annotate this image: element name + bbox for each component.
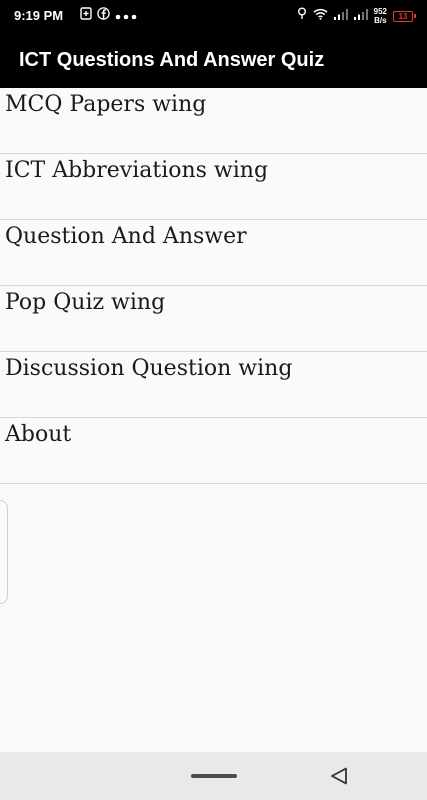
notification-icons bbox=[80, 7, 137, 25]
network-speed-value: 952 bbox=[373, 7, 387, 16]
more-notifications-icon bbox=[115, 7, 137, 25]
wifi-icon bbox=[313, 7, 328, 25]
navigation-bar bbox=[0, 752, 427, 800]
battery-level: 13 bbox=[398, 11, 408, 21]
menu-item-question-and-answer[interactable]: Question And Answer bbox=[0, 220, 427, 286]
sim-notification-icon bbox=[80, 7, 92, 25]
back-triangle-icon bbox=[327, 767, 351, 792]
facebook-icon bbox=[97, 7, 110, 25]
menu-item-label: Discussion Question wing bbox=[5, 356, 293, 381]
home-gesture-bar[interactable] bbox=[191, 774, 237, 778]
menu-item-pop-quiz[interactable]: Pop Quiz wing bbox=[0, 286, 427, 352]
app-bar: ICT Questions And Answer Quiz bbox=[0, 32, 427, 88]
menu-item-label: About bbox=[5, 422, 72, 447]
status-time: 9:19 PM bbox=[14, 8, 64, 23]
menu-item-mcq-papers[interactable]: MCQ Papers wing bbox=[0, 88, 427, 154]
menu-item-label: ICT Abbreviations wing bbox=[5, 158, 269, 183]
back-button[interactable] bbox=[327, 764, 351, 788]
menu-item-label: Question And Answer bbox=[5, 224, 247, 249]
signal-icon-2 bbox=[353, 7, 368, 25]
menu-item-ict-abbreviations[interactable]: ICT Abbreviations wing bbox=[0, 154, 427, 220]
network-speed: 952 B/s bbox=[374, 7, 387, 25]
status-bar: 9:19 PM 952 B/s 13 bbox=[0, 0, 427, 32]
menu-item-label: Pop Quiz wing bbox=[5, 290, 166, 315]
menu-item-about[interactable]: About bbox=[0, 418, 427, 484]
network-speed-unit: B/s bbox=[374, 16, 387, 25]
location-icon bbox=[297, 7, 307, 25]
menu-item-discussion-question[interactable]: Discussion Question wing bbox=[0, 352, 427, 418]
menu-item-label: MCQ Papers wing bbox=[5, 92, 207, 117]
edge-panel-handle[interactable] bbox=[0, 500, 8, 604]
battery-icon: 13 bbox=[393, 10, 416, 22]
signal-icon bbox=[333, 7, 348, 25]
page-title: ICT Questions And Answer Quiz bbox=[19, 49, 325, 71]
menu-list: MCQ Papers wing ICT Abbreviations wing Q… bbox=[0, 88, 427, 484]
system-icons: 952 B/s 13 bbox=[297, 6, 416, 26]
